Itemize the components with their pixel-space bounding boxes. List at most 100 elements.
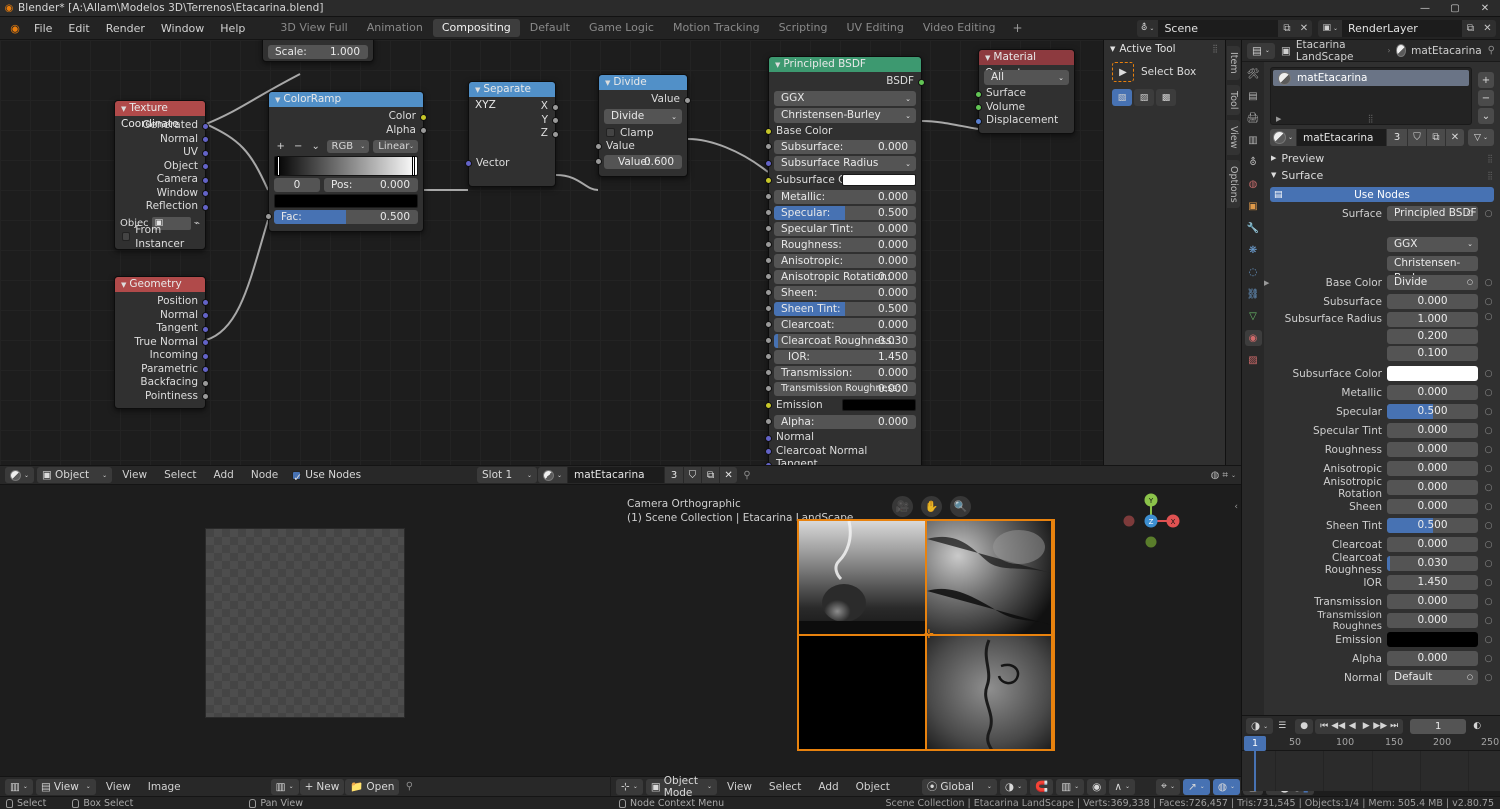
animate-property-icon[interactable]: ○ xyxy=(1483,502,1494,512)
socket-icon[interactable] xyxy=(765,305,772,312)
socket-icon[interactable] xyxy=(765,128,772,135)
socket-icon[interactable] xyxy=(202,379,209,387)
checkbox-icon[interactable] xyxy=(606,128,615,137)
prop-row-sheen[interactable]: Sheen 0.000 ○ xyxy=(1264,498,1494,515)
bsdf-input-clearcoat-normal[interactable]: Clearcoat Normal xyxy=(765,445,921,459)
proportional-editing-icon[interactable]: ◉ xyxy=(1087,778,1107,795)
workspace-tab-uv-editing[interactable]: UV Editing xyxy=(838,19,913,37)
ramp-index-field[interactable]: 0 xyxy=(274,178,320,192)
scene-selector[interactable]: ⛢ ⌄ Scene ⧉ ✕ xyxy=(1136,19,1313,37)
socket-icon[interactable] xyxy=(552,103,559,111)
animate-property-icon[interactable]: ○ xyxy=(1483,464,1494,474)
viewport-menu-select[interactable]: Select xyxy=(762,781,808,793)
workspace-tab-3d-view-full[interactable]: 3D View Full xyxy=(271,19,356,37)
viewport-gizmo-toggle-icon[interactable]: ⌖ ⌄ xyxy=(1156,778,1180,795)
prop-row-emission[interactable]: Emission ○ xyxy=(1264,631,1494,648)
menu-help[interactable]: Help xyxy=(212,17,253,40)
bsdf-input-alpha[interactable]: Alpha: 0.000 xyxy=(765,415,916,429)
jump-to-start-icon[interactable]: ⏮ xyxy=(1317,719,1331,734)
overlay-icon[interactable]: ◍ xyxy=(1211,470,1220,481)
close-button[interactable]: ✕ xyxy=(1470,0,1500,17)
prop-row-subsurface-color[interactable]: Subsurface Color ○ xyxy=(1264,365,1494,382)
prop-row-ior[interactable]: IOR 1.450 ○ xyxy=(1264,574,1494,591)
chevron-down-icon[interactable]: ⌄ xyxy=(1231,472,1236,479)
slot-dropdown[interactable]: Slot 1 ⌄ xyxy=(477,467,537,483)
bsdf-input-specular[interactable]: Specular: 0.500 xyxy=(765,206,916,220)
prop-value[interactable]: 0.000 xyxy=(1387,480,1478,495)
node-header-separate-xyz[interactable]: ▼ Separate XYZ xyxy=(469,82,555,111)
expand-triangle-icon[interactable]: ▶ xyxy=(1264,279,1273,287)
prop-row-alpha[interactable]: Alpha 0.000 ○ xyxy=(1264,650,1494,667)
timeline-editor-type-button[interactable]: ◑ ⌄ xyxy=(1246,718,1274,734)
viewport-menu-view[interactable]: View xyxy=(720,781,759,793)
socket-row-position[interactable]: Position xyxy=(115,295,209,309)
operation-dropdown[interactable]: Divide ⌄ xyxy=(604,108,682,124)
socket-icon[interactable] xyxy=(465,160,472,167)
prop-row-surface[interactable]: Surface Principled BSDF ○ ○ xyxy=(1264,205,1494,222)
prop-tab-particles-icon[interactable]: ❋ xyxy=(1245,242,1262,258)
axis-navigation-gizmo[interactable]: Y X Z xyxy=(1121,492,1181,550)
select-extend-mode-icon[interactable]: ▨ xyxy=(1134,89,1154,106)
open-image-button[interactable]: 📁 Open xyxy=(345,778,400,795)
fac-field[interactable]: Fac: 0.500 xyxy=(265,210,418,224)
socket-row-tangent[interactable]: Tangent xyxy=(115,322,209,336)
play-reverse-icon[interactable]: ◀ xyxy=(1345,719,1359,734)
socket-icon[interactable] xyxy=(765,385,772,392)
subsurface-method-dropdown[interactable]: Christensen-Burley ⌄ xyxy=(774,107,916,123)
socket-icon[interactable] xyxy=(202,325,209,333)
zoom-icon[interactable]: 🔍 xyxy=(950,496,971,517)
material-users-count[interactable]: 3 xyxy=(1387,129,1407,146)
socket-icon[interactable] xyxy=(202,393,209,400)
interaction-mode-dropdown[interactable]: ▣ Object Mode ⌄ xyxy=(645,775,717,799)
collapse-triangle-icon[interactable]: ▼ xyxy=(985,54,990,62)
prop-color-swatch[interactable] xyxy=(1387,366,1478,381)
next-keyframe-icon[interactable]: ▶▶ xyxy=(1373,719,1387,734)
prop-value[interactable]: 0.000 xyxy=(1387,651,1478,666)
collapse-triangle-icon[interactable]: ▼ xyxy=(121,105,126,113)
socket-icon[interactable] xyxy=(765,369,772,376)
workspace-tab-game-logic[interactable]: Game Logic xyxy=(580,19,663,37)
animate-property-icon[interactable]: ○ xyxy=(1483,209,1494,219)
collapse-triangle-icon[interactable]: ▼ xyxy=(1271,167,1276,184)
workspace-tab-animation[interactable]: Animation xyxy=(358,19,432,37)
prop-value[interactable]: 0.000 xyxy=(1387,613,1478,628)
animate-property-icon[interactable]: ○ xyxy=(1483,578,1494,588)
socket-row-pointiness[interactable]: Pointiness xyxy=(115,390,209,404)
collapse-triangle-icon[interactable]: ▼ xyxy=(121,281,126,289)
prop-row-metallic[interactable]: Metallic 0.000 ○ xyxy=(1264,384,1494,401)
new-image-button[interactable]: + New xyxy=(299,778,345,795)
camera-icon[interactable]: 🎥 xyxy=(892,496,913,517)
socket-row-z[interactable]: Z xyxy=(469,127,559,141)
socket-icon[interactable] xyxy=(265,213,272,220)
prop-tab-tool-icon[interactable]: 🛠 xyxy=(1245,66,1262,82)
bsdf-input-sheen[interactable]: Sheen: 0.000 xyxy=(765,286,916,300)
animate-property-icon[interactable]: ○ xyxy=(1483,540,1494,550)
prop-value[interactable]: 0.000 xyxy=(1387,294,1478,309)
bsdf-input-anisotropic[interactable]: Anisotropic: 0.000 xyxy=(765,254,916,268)
image-editor-type-button[interactable]: ▥ ⌄ xyxy=(5,778,33,795)
active-tool-panel-header[interactable]: ▼ Active Tool ⣿ xyxy=(1104,40,1225,58)
animate-property-icon[interactable]: ○ xyxy=(1483,426,1494,436)
socket-row-normal[interactable]: Normal xyxy=(115,309,209,323)
bsdf-input-sheen-tint[interactable]: Sheen Tint: 0.500 xyxy=(765,302,916,316)
prev-keyframe-icon[interactable]: ◀◀ xyxy=(1331,719,1345,734)
use-nodes-checkbox[interactable]: ✓ Use Nodes xyxy=(292,469,361,484)
node-header-geometry[interactable]: ▼ Geometry xyxy=(115,277,205,292)
scene-unlink-icon[interactable]: ✕ xyxy=(1295,19,1313,37)
prop-value[interactable]: GGX ⌄ xyxy=(1387,237,1478,252)
socket-icon[interactable] xyxy=(765,434,772,442)
from-instancer-checkbox[interactable]: From Instancer xyxy=(115,224,205,250)
material-slot-list[interactable]: matEtacarina ▶ ⣿ xyxy=(1270,67,1472,125)
socket-row-x[interactable]: X xyxy=(469,100,559,114)
bsdf-input-subsurface[interactable]: Subsurface: 0.000 xyxy=(765,140,916,154)
n-tab-item[interactable]: Item xyxy=(1227,46,1240,80)
timeline-track-area[interactable] xyxy=(1242,751,1500,791)
prop-value[interactable]: Principled BSDF ○ xyxy=(1387,206,1478,221)
prop-tab-world-icon[interactable]: ◍ xyxy=(1245,176,1262,192)
shader-node-editor[interactable]: matEtacarina Scale: 1.000 ▼Texture Coord… xyxy=(0,40,1225,465)
socket-row-window[interactable]: Window xyxy=(115,187,209,201)
bsdf-input-emission[interactable]: Emission xyxy=(765,398,921,413)
panel-header-surface[interactable]: ▼ Surface ⣿ xyxy=(1264,167,1500,184)
prop-row-base-color[interactable]: ▶ Base Color Divide ○ ○ xyxy=(1264,274,1494,291)
ramp-pos-field[interactable]: Pos: 0.000 xyxy=(324,178,418,192)
